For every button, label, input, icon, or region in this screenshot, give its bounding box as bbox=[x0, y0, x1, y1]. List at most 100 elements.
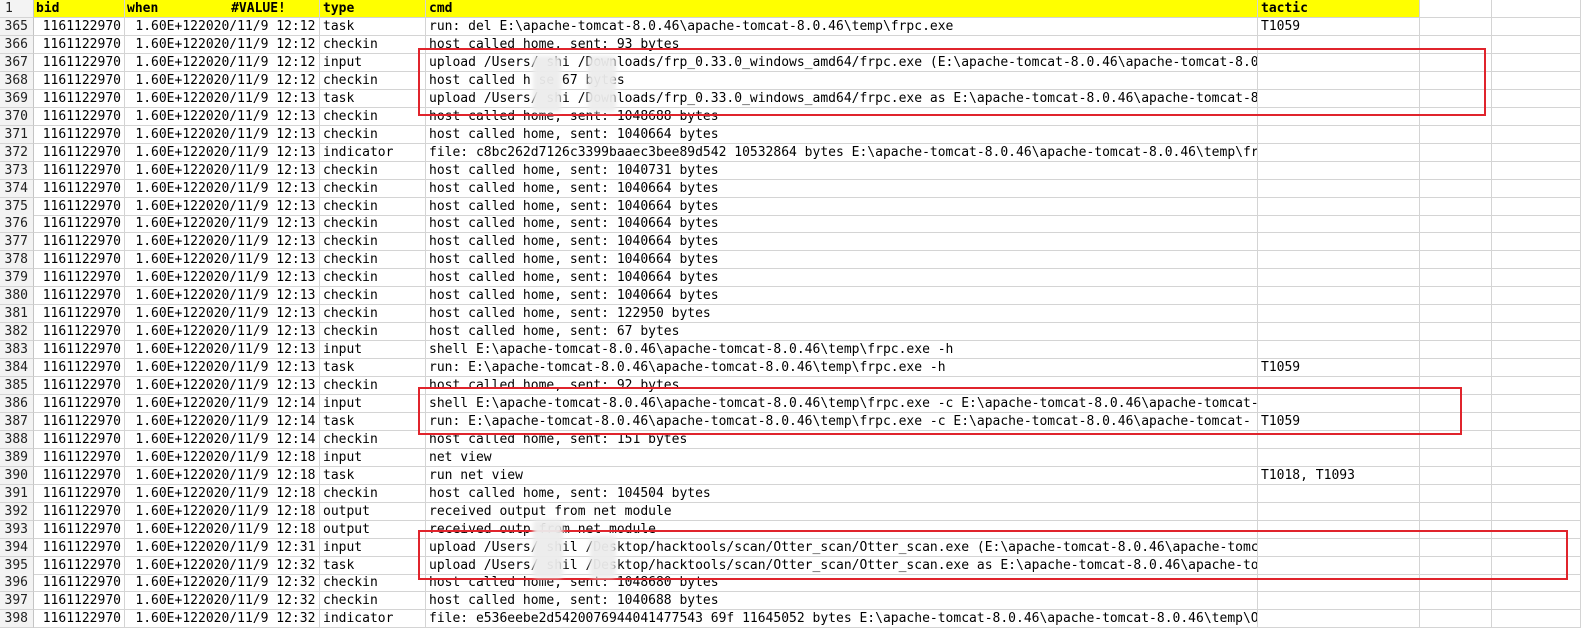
cell-bid[interactable]: 1161122970 bbox=[34, 287, 125, 306]
cell-type[interactable]: checkin bbox=[320, 287, 426, 306]
cell-empty[interactable] bbox=[1492, 18, 1581, 36]
cell-type[interactable]: checkin bbox=[320, 233, 426, 252]
cell-empty[interactable] bbox=[1420, 448, 1492, 467]
cell-type[interactable]: checkin bbox=[320, 71, 426, 90]
cell-empty[interactable] bbox=[1420, 323, 1492, 342]
row-number[interactable]: 393 bbox=[0, 520, 34, 539]
cell-when[interactable]: 1.60E+12 bbox=[125, 485, 198, 503]
cell-type[interactable]: checkin bbox=[320, 107, 426, 126]
cell-when[interactable]: 1.60E+12 bbox=[125, 36, 198, 54]
cell-cmd[interactable]: host called home, sent: 1048688 bytes bbox=[426, 107, 1258, 126]
cell-datetime[interactable]: 2020/11/9 12:14 bbox=[198, 394, 320, 413]
cell-tactic[interactable] bbox=[1258, 161, 1420, 180]
cell-when[interactable]: 1.60E+12 bbox=[125, 341, 198, 360]
header-cell-value-error[interactable]: #VALUE! bbox=[198, 0, 320, 18]
cell-datetime[interactable]: 2020/11/9 12:13 bbox=[198, 107, 320, 126]
cell-type[interactable]: checkin bbox=[320, 323, 426, 342]
cell-datetime[interactable]: 2020/11/9 12:32 bbox=[198, 592, 320, 611]
cell-datetime[interactable]: 2020/11/9 12:13 bbox=[198, 341, 320, 360]
cell-bid[interactable]: 1161122970 bbox=[34, 107, 125, 126]
cell-datetime[interactable]: 2020/11/9 12:13 bbox=[198, 215, 320, 234]
cell-empty[interactable] bbox=[1420, 520, 1492, 539]
cell-empty[interactable] bbox=[1492, 448, 1581, 467]
cell-empty[interactable] bbox=[1420, 556, 1492, 575]
cell-when[interactable]: 1.60E+12 bbox=[125, 323, 198, 342]
cell-bid[interactable]: 1161122970 bbox=[34, 89, 125, 108]
cell-tactic[interactable]: T1059 bbox=[1258, 18, 1420, 36]
cell-tactic[interactable] bbox=[1258, 341, 1420, 360]
cell-when[interactable]: 1.60E+12 bbox=[125, 539, 198, 557]
row-number[interactable]: 394 bbox=[0, 538, 34, 557]
cell-empty[interactable] bbox=[1420, 574, 1492, 593]
cell-datetime[interactable]: 2020/11/9 12:13 bbox=[198, 233, 320, 252]
cell-datetime[interactable]: 2020/11/9 12:18 bbox=[198, 466, 320, 485]
row-number[interactable]: 381 bbox=[0, 305, 34, 324]
cell-type[interactable]: checkin bbox=[320, 592, 426, 611]
cell-cmd[interactable]: host called home, sent: 1040664 bytes bbox=[426, 125, 1258, 144]
cell-when[interactable]: 1.60E+12 bbox=[125, 162, 198, 180]
cell-empty[interactable] bbox=[1420, 484, 1492, 503]
cell-bid[interactable]: 1161122970 bbox=[34, 502, 125, 521]
cell-bid[interactable]: 1161122970 bbox=[34, 538, 125, 557]
cell-when[interactable]: 1.60E+12 bbox=[125, 126, 198, 144]
cell-when[interactable]: 1.60E+12 bbox=[125, 521, 198, 539]
cell-empty[interactable] bbox=[1492, 125, 1581, 144]
cell-cmd[interactable]: net view bbox=[426, 448, 1258, 467]
row-number[interactable]: 386 bbox=[0, 394, 34, 413]
header-cell-type[interactable]: type bbox=[320, 0, 426, 18]
cell-bid[interactable]: 1161122970 bbox=[34, 197, 125, 216]
cell-empty[interactable] bbox=[1420, 412, 1492, 431]
cell-tactic[interactable] bbox=[1258, 556, 1420, 575]
cell-when[interactable]: 1.60E+12 bbox=[125, 198, 198, 216]
cell-cmd[interactable]: host called home, sent: 151 bytes bbox=[426, 430, 1258, 449]
cell-cmd[interactable]: run: E:\apache-tomcat-8.0.46\apache-tomc… bbox=[426, 359, 1258, 378]
cell-datetime[interactable]: 2020/11/9 12:13 bbox=[198, 305, 320, 324]
cell-bid[interactable]: 1161122970 bbox=[34, 251, 125, 270]
cell-tactic[interactable]: T1059 bbox=[1258, 412, 1420, 431]
cell-empty[interactable] bbox=[1492, 89, 1581, 108]
cell-empty[interactable] bbox=[1420, 430, 1492, 449]
cell-empty[interactable] bbox=[1492, 394, 1581, 413]
cell-tactic[interactable] bbox=[1258, 610, 1420, 629]
cell-datetime[interactable]: 2020/11/9 12:12 bbox=[198, 71, 320, 90]
cell-bid[interactable]: 1161122970 bbox=[34, 53, 125, 72]
cell-empty[interactable] bbox=[1492, 574, 1581, 593]
cell-type[interactable]: indicator bbox=[320, 610, 426, 629]
cell-datetime[interactable]: 2020/11/9 12:13 bbox=[198, 89, 320, 108]
cell-datetime[interactable]: 2020/11/9 12:12 bbox=[198, 53, 320, 72]
cell-when[interactable]: 1.60E+12 bbox=[125, 287, 198, 306]
cell-datetime[interactable]: 2020/11/9 12:13 bbox=[198, 269, 320, 288]
cell-when[interactable]: 1.60E+12 bbox=[125, 503, 198, 521]
row-number[interactable]: 396 bbox=[0, 574, 34, 593]
cell-datetime[interactable]: 2020/11/9 12:12 bbox=[198, 18, 320, 36]
cell-empty[interactable] bbox=[1492, 502, 1581, 521]
cell-tactic[interactable] bbox=[1258, 251, 1420, 270]
cell-when[interactable]: 1.60E+12 bbox=[125, 413, 198, 431]
cell-empty[interactable] bbox=[1420, 71, 1492, 90]
cell-type[interactable]: input bbox=[320, 448, 426, 467]
cell-type[interactable]: checkin bbox=[320, 161, 426, 180]
cell-tactic[interactable] bbox=[1258, 179, 1420, 198]
cell-cmd[interactable]: run net view bbox=[426, 466, 1258, 485]
cell-type[interactable]: checkin bbox=[320, 484, 426, 503]
cell-type[interactable]: checkin bbox=[320, 35, 426, 54]
row-number[interactable]: 391 bbox=[0, 484, 34, 503]
cell-empty[interactable] bbox=[1420, 359, 1492, 378]
cell-tactic[interactable] bbox=[1258, 269, 1420, 288]
cell-type[interactable]: output bbox=[320, 502, 426, 521]
header-cell-cmd[interactable]: cmd bbox=[426, 0, 1258, 18]
cell-empty[interactable] bbox=[1492, 484, 1581, 503]
cell-bid[interactable]: 1161122970 bbox=[34, 35, 125, 54]
cell-type[interactable]: checkin bbox=[320, 430, 426, 449]
row-number[interactable]: 377 bbox=[0, 233, 34, 252]
cell-datetime[interactable]: 2020/11/9 12:32 bbox=[198, 574, 320, 593]
cell-type[interactable]: checkin bbox=[320, 251, 426, 270]
cell-datetime[interactable]: 2020/11/9 12:13 bbox=[198, 323, 320, 342]
row-number[interactable]: 392 bbox=[0, 502, 34, 521]
cell-empty[interactable] bbox=[1492, 107, 1581, 126]
cell-bid[interactable]: 1161122970 bbox=[34, 448, 125, 467]
cell-empty[interactable] bbox=[1420, 125, 1492, 144]
cell-cmd[interactable]: host called home, sent: 1040664 bytes bbox=[426, 251, 1258, 270]
cell-type[interactable]: input bbox=[320, 538, 426, 557]
cell-tactic[interactable] bbox=[1258, 538, 1420, 557]
